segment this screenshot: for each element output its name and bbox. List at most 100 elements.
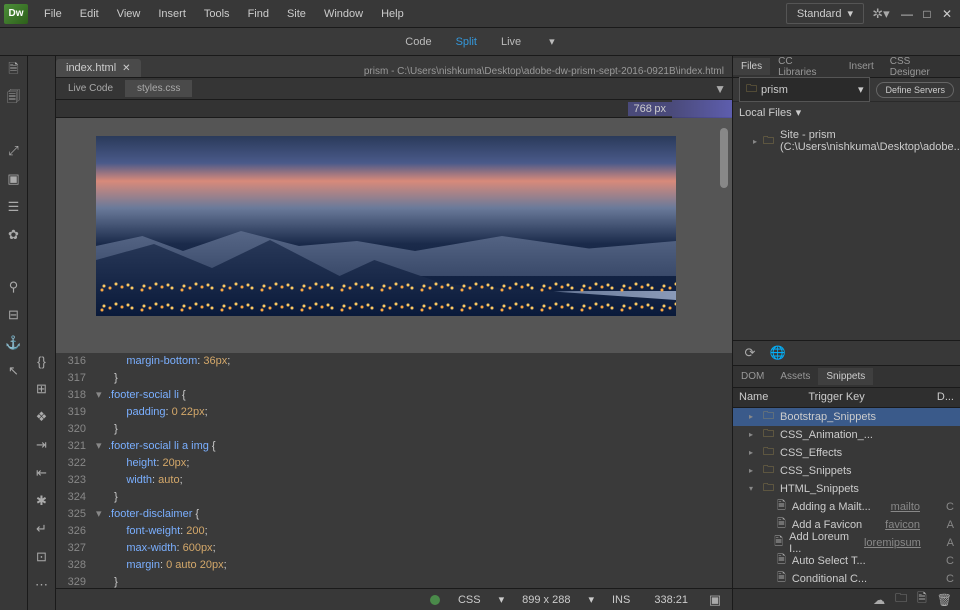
fold-icon[interactable] [96,353,108,370]
expand-icon[interactable]: ▸ [749,412,757,421]
status-lang[interactable]: CSS [452,592,487,608]
expand-icon[interactable]: ▸ [749,448,757,457]
options-icon[interactable]: ✿ [5,226,23,244]
expand-icon[interactable]: ▸ [749,466,757,475]
menu-insert[interactable]: Insert [150,4,194,24]
inspect-icon[interactable]: ☰ [5,198,23,216]
menu-site[interactable]: Site [279,4,314,24]
fold-icon[interactable] [96,557,108,574]
code-line[interactable]: 325▾.footer-disclaimer { [56,506,732,523]
wand-icon[interactable]: ⚲ [5,278,23,296]
define-servers-button[interactable]: Define Servers [876,82,954,98]
workspace-selector[interactable]: Standard ▾ [786,3,864,24]
col-name[interactable]: Name [739,391,768,403]
status-dims[interactable]: 899 x 288 [516,592,576,608]
menu-view[interactable]: View [109,4,149,24]
fold-icon[interactable] [96,455,108,472]
code-line[interactable]: 327 max-width: 600px; [56,540,732,557]
menu-tools[interactable]: Tools [196,4,238,24]
status-mode[interactable]: INS [606,592,636,608]
code-line[interactable]: 329 } [56,574,732,588]
code-line[interactable]: 320 } [56,421,732,438]
chevron-down-icon[interactable]: ▾ [499,593,505,606]
view-split[interactable]: Split [444,32,489,52]
globe-icon[interactable]: 🌐 [769,344,787,362]
scrollbar[interactable] [720,128,728,188]
wrap-icon[interactable]: ↵ [33,520,51,538]
tab-assets[interactable]: Assets [772,368,818,385]
code-nav-icon[interactable]: {} [33,352,51,370]
fold-icon[interactable] [96,540,108,557]
view-code[interactable]: Code [393,32,443,52]
chevron-down-icon[interactable]: ▾ [588,593,594,606]
code-editor[interactable]: 316 margin-bottom: 36px;317 }318▾.footer… [56,353,732,588]
menu-find[interactable]: Find [240,4,277,24]
local-files-header[interactable]: Local Files▾ [733,102,960,123]
snippet-item[interactable]: 🗎Add Loreum I...loremipsumA [733,534,960,552]
menu-help[interactable]: Help [373,4,412,24]
fold-icon[interactable] [96,472,108,489]
link-icon[interactable]: ⚓ [5,334,23,352]
expand-icon[interactable]: ▸ [753,137,757,146]
fold-icon[interactable]: ▾ [96,438,108,455]
code-line[interactable]: 322 height: 20px; [56,455,732,472]
sync-settings-icon[interactable]: ✲▾ [872,5,890,23]
fold-icon[interactable] [96,574,108,588]
refresh-icon[interactable]: ⟳ [741,344,759,362]
close-button[interactable]: ✕ [938,6,956,22]
fold-icon[interactable]: ▾ [96,387,108,404]
code-line[interactable]: 326 font-weight: 200; [56,523,732,540]
view-live[interactable]: Live [489,32,533,52]
file-tab-index[interactable]: index.html ✕ [56,59,141,77]
new-folder-icon[interactable]: 🗀 [895,589,907,610]
tag-icon[interactable]: ⊡ [33,548,51,566]
maximize-button[interactable]: □ [918,6,936,22]
snippet-item[interactable]: 🗎Adding a Mailt...mailtoC [733,498,960,516]
code-line[interactable]: 319 padding: 0 22px; [56,404,732,421]
code-line[interactable]: 321▾.footer-social li a img { [56,438,732,455]
file-manage-icon[interactable]: 🗐 [5,90,23,108]
new-snippet-icon[interactable]: 🗎 [917,589,927,610]
format-icon[interactable]: ✱ [33,492,51,510]
snippet-folder[interactable]: ▸🗀CSS_Animation_... [733,426,960,444]
live-preview[interactable] [56,118,732,353]
fold-icon[interactable]: ▾ [96,506,108,523]
code-line[interactable]: 324 } [56,489,732,506]
snippet-folder[interactable]: ▸🗀CSS_Snippets [733,462,960,480]
code-line[interactable]: 316 margin-bottom: 36px; [56,353,732,370]
minimize-button[interactable]: — [898,6,916,22]
fold-icon[interactable] [96,404,108,421]
device-icon[interactable]: ▣ [706,591,724,609]
menu-file[interactable]: File [36,4,70,24]
code-line[interactable]: 323 width: auto; [56,472,732,489]
expand-icon[interactable]: ⤢ [5,142,23,160]
tab-snippets[interactable]: Snippets [818,368,873,385]
code-line[interactable]: 317 } [56,370,732,387]
filter-icon[interactable]: ▼ [714,82,726,96]
menu-edit[interactable]: Edit [72,4,107,24]
preview-icon[interactable]: ▣ [5,170,23,188]
db-icon[interactable]: ⊞ [33,380,51,398]
fold-icon[interactable] [96,421,108,438]
menu-window[interactable]: Window [316,4,371,24]
col-d[interactable]: D... [937,391,954,403]
file-icon[interactable]: 🗎 [5,62,23,80]
snippet-icon[interactable]: ❖ [33,408,51,426]
subtab-styles[interactable]: styles.css [125,80,192,97]
site-selector[interactable]: 🗀 prism ▾ [739,77,870,102]
tree-root[interactable]: ▸ 🗀 Site - prism (C:\Users\nishkuma\Desk… [733,127,960,155]
collapse-icon[interactable]: ▾ [749,484,757,493]
comment-icon[interactable]: ⊟ [5,306,23,324]
code-line[interactable]: 328 margin: 0 auto 20px; [56,557,732,574]
ruler-handle[interactable] [672,100,732,118]
fold-icon[interactable] [96,489,108,506]
close-icon[interactable]: ✕ [122,63,130,74]
fold-icon[interactable] [96,370,108,387]
pointer-icon[interactable]: ↖ [5,362,23,380]
snippet-item[interactable]: 🗎Conditional C...C [733,570,960,588]
outdent-icon[interactable]: ⇤ [33,464,51,482]
tab-insert[interactable]: Insert [841,58,882,75]
snippet-folder[interactable]: ▾🗀HTML_Snippets [733,480,960,498]
tab-dom[interactable]: DOM [733,368,772,385]
delete-icon[interactable]: 🗑 [937,593,952,607]
